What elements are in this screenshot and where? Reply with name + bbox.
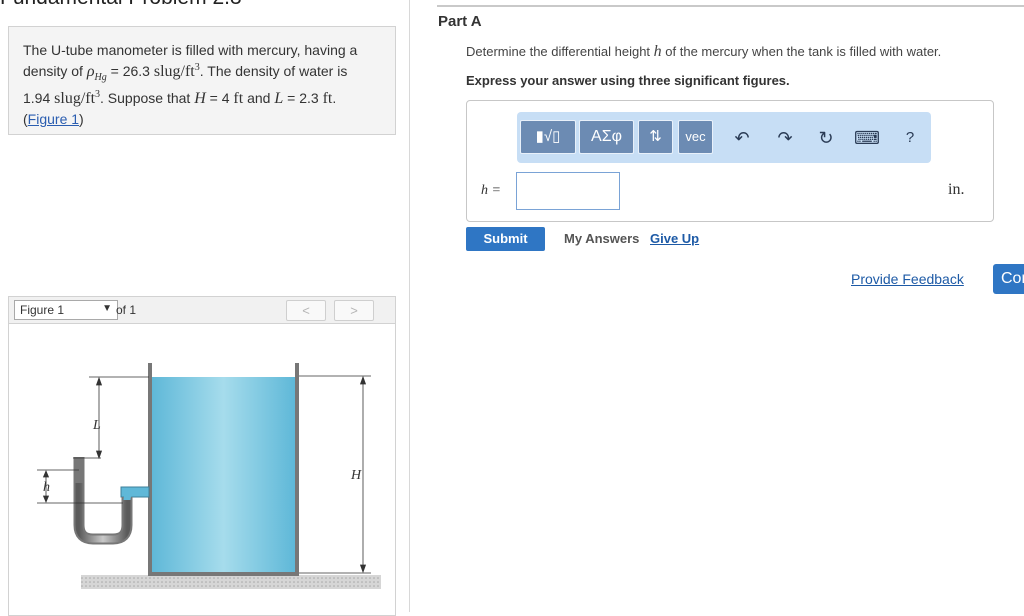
tank-left-wall	[148, 363, 152, 575]
problem-text: = 2.3	[283, 90, 323, 106]
provide-feedback-link[interactable]: Provide Feedback	[851, 271, 964, 287]
rho-symbol: ρ	[86, 63, 95, 80]
tank-right-wall	[295, 363, 299, 575]
submit-button[interactable]: Submit	[466, 227, 545, 251]
left-column: Fundamental Problem 2.3 The U-tube manom…	[0, 0, 410, 616]
var-L: L	[274, 90, 284, 107]
redo-icon[interactable]: ↷	[772, 125, 798, 151]
dimension-label-h: h	[43, 480, 50, 495]
answer-variable-label: h =	[481, 183, 501, 198]
u-tube-mercury	[75, 483, 131, 543]
vector-button[interactable]: vec	[678, 120, 713, 154]
figure-count: of 1	[116, 303, 137, 317]
problem-title: Fundamental Problem 2.3	[0, 0, 242, 10]
answer-instruction: Express your answer using three signific…	[466, 73, 790, 88]
math-toolbar: ▮√▯ ΑΣφ ⇅ vec ↶ ↷ ↻ ⌨ ?	[517, 112, 931, 163]
problem-text: .	[332, 90, 337, 106]
question-variable: h	[653, 43, 662, 60]
undo-icon[interactable]: ↶	[729, 125, 755, 151]
problem-text: . Suppose that	[100, 90, 195, 106]
templates-button[interactable]: ▮√▯	[520, 120, 576, 154]
continue-button[interactable]: Continue	[993, 264, 1024, 294]
problem-text: density of	[23, 63, 87, 79]
subscript-superscript-button[interactable]: ⇅	[638, 120, 673, 154]
problem-text: and	[243, 90, 275, 106]
problem-statement: The U-tube manometer is filled with merc…	[8, 26, 396, 135]
problem-line-2: density of ρHg = 26.3 slug/ft3. The dens…	[23, 61, 381, 88]
top-divider	[437, 5, 1024, 7]
answer-panel: ▮√▯ ΑΣφ ⇅ vec ↶ ↷ ↻ ⌨ ? h = in.	[466, 100, 994, 222]
paren: )	[79, 111, 84, 127]
part-title: Part A	[438, 13, 482, 30]
keyboard-icon[interactable]: ⌨	[854, 125, 880, 151]
density-unit: slug/ft	[153, 63, 195, 80]
unit-ft: ft	[322, 90, 333, 107]
problem-text: . The density of water is	[199, 63, 348, 79]
reset-icon[interactable]: ↻	[813, 125, 839, 151]
help-icon[interactable]: ?	[897, 125, 923, 151]
problem-text: 1.94	[23, 90, 55, 106]
problem-line-4: (Figure 1)	[23, 109, 381, 130]
figure-panel: Figure 1 ▼ of 1 < > L H h	[8, 296, 396, 616]
next-figure-button[interactable]: >	[334, 300, 374, 321]
var-H: H	[194, 90, 206, 107]
dimension-label-L: L	[92, 418, 101, 433]
figure-select[interactable]: Figure 1 ▼	[14, 300, 118, 320]
figure-1-link[interactable]: Figure 1	[28, 111, 79, 127]
question-part: Determine the differential height	[466, 44, 654, 59]
answer-unit: in.	[948, 181, 965, 198]
density-unit: slug/ft	[54, 90, 96, 107]
u-tube	[73, 457, 133, 545]
figure-select-value: Figure 1	[20, 303, 65, 317]
tank-water	[152, 377, 295, 575]
figure-toolbar: Figure 1 ▼ of 1 < >	[9, 297, 395, 324]
dimension-label-H: H	[350, 468, 362, 483]
problem-line-3: 1.94 slug/ft3. Suppose that H = 4 ft and…	[23, 88, 381, 109]
tank-bottom	[148, 572, 299, 576]
question-part: of the mercury when the tank is filled w…	[661, 44, 942, 59]
problem-line-1: The U-tube manometer is filled with merc…	[23, 42, 358, 58]
prev-figure-button[interactable]: <	[286, 300, 326, 321]
answer-input[interactable]	[516, 172, 620, 210]
greek-symbols-button[interactable]: ΑΣφ	[579, 120, 634, 154]
problem-text: = 4	[205, 90, 234, 106]
my-answers-label: My Answers	[564, 231, 640, 246]
manometer-figure: L H h	[37, 363, 381, 589]
give-up-link[interactable]: Give Up	[650, 231, 699, 246]
unit-ft: ft	[233, 90, 244, 107]
question-text: Determine the differential height h of t…	[466, 43, 941, 61]
rho-subscript: Hg	[94, 72, 107, 83]
dropdown-arrow-icon: ▼	[102, 303, 112, 314]
ground	[81, 575, 381, 589]
problem-text: = 26.3	[106, 63, 154, 79]
